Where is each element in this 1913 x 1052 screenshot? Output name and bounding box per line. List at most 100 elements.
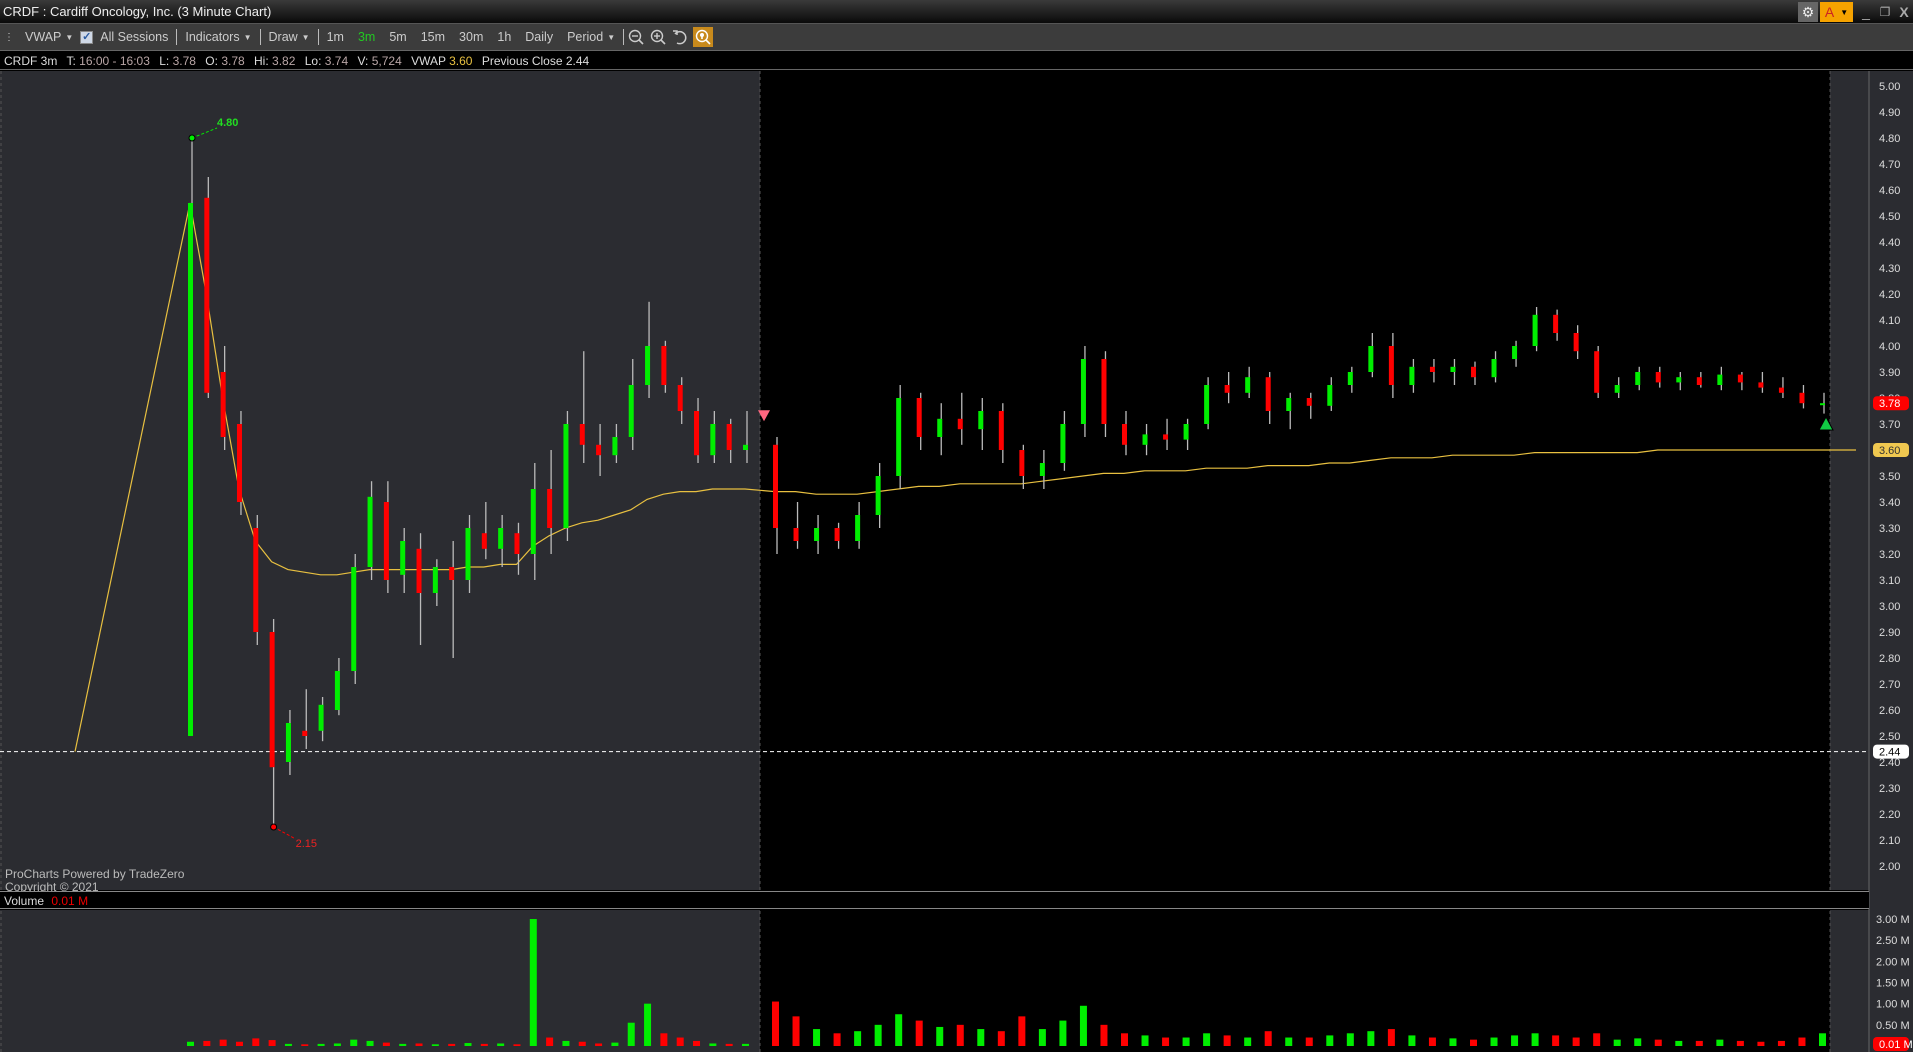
volume-bar — [268, 1040, 276, 1046]
candle-up — [285, 723, 291, 762]
period-1h[interactable]: 1h — [497, 30, 511, 44]
candle-down — [383, 502, 389, 580]
volume-header: Volume 0.01 M — [0, 891, 1869, 909]
candle-down — [269, 632, 275, 768]
candle-up — [530, 489, 536, 554]
candle-up — [1060, 424, 1066, 463]
candle-down — [677, 385, 683, 411]
all-sessions-label[interactable]: All Sessions — [100, 30, 168, 44]
divider — [623, 29, 625, 45]
candle-up — [1614, 385, 1620, 393]
candle-up — [188, 203, 193, 736]
volume-bar — [1223, 1035, 1231, 1046]
candle-up — [1347, 372, 1353, 385]
volume-bar — [833, 1033, 841, 1046]
close-button[interactable]: X — [1896, 2, 1912, 22]
divider — [317, 29, 319, 45]
volume-bar — [1141, 1035, 1149, 1046]
zoom-out-icon[interactable] — [627, 28, 645, 46]
volume-bar — [1059, 1020, 1067, 1046]
volume-bar — [772, 1001, 779, 1046]
indicators-dropdown[interactable]: Indicators ▼ — [185, 30, 251, 44]
grip-handle[interactable]: ⋮ — [4, 32, 14, 43]
candle-up — [1532, 314, 1538, 346]
volume-bar — [627, 1022, 635, 1046]
candle-up — [1450, 366, 1456, 372]
candle-up — [814, 528, 820, 541]
volume-tick: 2.50 M — [1876, 935, 1910, 947]
candle-down — [1122, 424, 1127, 445]
candle-down — [1737, 374, 1743, 383]
volume-bar — [1819, 1033, 1826, 1046]
candle-up — [334, 671, 340, 710]
candle-down — [547, 489, 553, 528]
volume-bar — [497, 1043, 505, 1046]
candle-down — [1573, 333, 1579, 352]
candle-up — [1039, 463, 1045, 476]
crosshair-lock-icon[interactable] — [693, 27, 714, 47]
volume-bar — [252, 1038, 260, 1046]
reset-icon[interactable] — [671, 28, 689, 46]
volume-bar — [1613, 1039, 1621, 1046]
chevron-down-icon: ▼ — [243, 32, 252, 42]
candle-up — [1286, 398, 1292, 411]
candle-down — [916, 398, 922, 437]
volume-bar — [431, 1044, 439, 1046]
candle-up — [1409, 366, 1415, 385]
candle-down — [773, 444, 778, 528]
price-tick: 3.10 — [1879, 575, 1900, 587]
candle-down — [236, 424, 242, 502]
volume-bar — [1552, 1035, 1560, 1046]
candle-down — [1019, 450, 1025, 476]
volume-bar — [936, 1026, 944, 1046]
candle-up — [1635, 372, 1641, 385]
low-value: 3.74 — [324, 54, 349, 68]
period-5m[interactable]: 5m — [389, 30, 406, 44]
candle-up — [351, 567, 357, 671]
volume-value: 5,724 — [371, 54, 402, 68]
candle-down — [661, 346, 667, 385]
volume-bar — [1079, 1005, 1087, 1046]
period-30m[interactable]: 30m — [459, 30, 483, 44]
ohlc-info-line: CRDF 3m T: 16:00 - 16:03 L: 3.78 O: 3.78… — [0, 51, 1913, 70]
price-tick: 2.50 — [1879, 731, 1900, 743]
candle-up — [1820, 403, 1825, 406]
minimize-button[interactable]: _ — [1858, 2, 1874, 22]
period-3m[interactable]: 3m — [358, 30, 375, 44]
period-daily[interactable]: Daily — [525, 30, 553, 44]
volume-bar — [1654, 1039, 1662, 1046]
zoom-in-icon[interactable] — [649, 28, 667, 46]
settings-button[interactable]: ⚙ — [1798, 2, 1818, 22]
divider — [176, 29, 178, 45]
volume-bar — [219, 1039, 227, 1046]
title-bar: CRDF : Cardiff Oncology, Inc. (3 Minute … — [0, 0, 1913, 24]
volume-tick: 0.50 M — [1876, 1020, 1910, 1032]
volume-bar — [546, 1037, 554, 1046]
vwap-dropdown[interactable]: VWAP ▼ — [25, 30, 73, 44]
candle-up — [465, 528, 471, 580]
volume-bar — [874, 1024, 882, 1046]
draw-dropdown[interactable]: Draw ▼ — [269, 30, 310, 44]
volume-bar — [1572, 1037, 1580, 1046]
candle-up — [937, 418, 943, 437]
premarket-background — [0, 71, 760, 890]
candle-up — [1080, 359, 1086, 424]
volume-bar — [235, 1041, 243, 1046]
candle-down — [579, 424, 585, 445]
period-dropdown[interactable]: Period ▼ — [567, 30, 615, 44]
volume-bar — [1798, 1037, 1806, 1046]
all-sessions-checkbox[interactable]: ✓ — [80, 30, 94, 44]
price-tick: 5.00 — [1879, 81, 1900, 93]
period-1m[interactable]: 1m — [327, 30, 344, 44]
price-tick: 2.70 — [1879, 679, 1900, 691]
volume-bar — [1162, 1037, 1170, 1046]
period-15m[interactable]: 15m — [421, 30, 445, 44]
candle-up — [1183, 424, 1189, 440]
volume-tick: 2.00 M — [1876, 956, 1910, 968]
open-value: 3.78 — [221, 54, 245, 68]
volume-bar — [464, 1043, 472, 1046]
volume-bar — [709, 1043, 717, 1046]
candle-down — [481, 533, 487, 549]
restore-button[interactable]: ❐ — [1877, 2, 1893, 22]
theme-button[interactable]: A ▼ — [1820, 2, 1853, 22]
